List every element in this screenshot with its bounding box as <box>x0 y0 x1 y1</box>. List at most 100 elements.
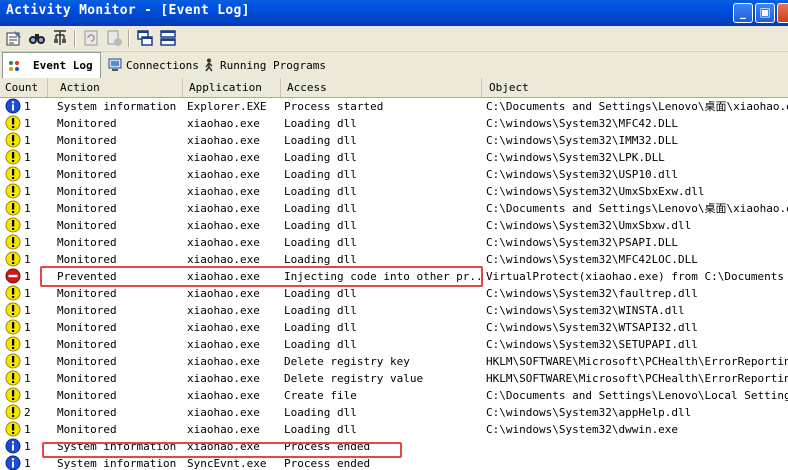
access-cell: Delete registry value <box>284 372 424 385</box>
count-cell: 1 <box>24 338 31 351</box>
tab-event-log[interactable]: Event Log <box>2 52 101 78</box>
access-cell: Loading dll <box>284 236 357 249</box>
tab-bar: Event Log Connections Running Programs <box>0 52 788 78</box>
action-cell: Monitored <box>57 338 117 351</box>
object-cell: C:\Documents and Settings\Lenovo\桌面\xiao… <box>486 202 788 215</box>
access-cell: Loading dll <box>284 321 357 334</box>
count-cell: 1 <box>24 321 31 334</box>
object-cell <box>486 438 788 455</box>
table-row[interactable]: 1 Monitored xiaohao.exe Loading dll C:\windo… <box>0 115 788 132</box>
warning-icon <box>5 115 21 131</box>
prevented-icon <box>5 268 21 284</box>
warning-icon <box>5 183 21 199</box>
object-cell: C:\windows\System32\IMM32.DLL <box>486 134 679 147</box>
table-row[interactable]: 1 Monitored xiaohao.exe Loading dll C:\windo… <box>0 132 788 149</box>
tab-label: Event Log <box>33 59 93 72</box>
column-header-object[interactable]: Object <box>484 78 788 97</box>
access-cell: Loading dll <box>284 406 357 419</box>
table-row[interactable]: 1 Monitored xiaohao.exe Loading dll C:\windo… <box>0 302 788 319</box>
count-cell: 1 <box>24 287 31 300</box>
action-cell: Monitored <box>57 185 117 198</box>
object-cell: VirtualProtect(xiaohao.exe) from C:\Docu… <box>486 270 788 283</box>
count-cell: 1 <box>24 423 31 436</box>
table-row[interactable]: 1 Monitored xiaohao.exe Create file C:\Docum… <box>0 387 788 404</box>
object-cell: C:\Documents and Settings\Lenovo\Local S… <box>486 389 788 402</box>
object-cell: C:\windows\System32\WTSAPI32.dll <box>486 321 698 334</box>
count-cell: 2 <box>24 406 31 419</box>
warning-icon <box>5 217 21 233</box>
count-cell: 1 <box>24 151 31 164</box>
table-row[interactable]: 2 Monitored xiaohao.exe Loading dll C:\windo… <box>0 404 788 421</box>
access-cell: Loading dll <box>284 202 357 215</box>
access-cell: Delete registry key <box>284 355 410 368</box>
column-header-action[interactable]: Action <box>55 78 183 97</box>
table-row[interactable]: 1 System information Explorer.EXE Process s… <box>0 98 788 115</box>
warning-icon <box>5 387 21 403</box>
warning-icon <box>5 149 21 165</box>
highlight-box <box>40 266 483 287</box>
maximize-button[interactable]: ▣ <box>755 3 775 23</box>
access-cell: Loading dll <box>284 185 357 198</box>
table-row[interactable]: 1 Monitored xiaohao.exe Delete registry key… <box>0 353 788 370</box>
filter-icon[interactable] <box>51 29 69 47</box>
object-cell: C:\windows\System32\USP10.dll <box>486 168 679 181</box>
table-row[interactable]: 1 Monitored xiaohao.exe Loading dll C:\windo… <box>0 285 788 302</box>
column-header-access[interactable]: Access <box>282 78 482 97</box>
minimize-button[interactable]: _ <box>733 3 753 23</box>
table-row[interactable]: 1 Monitored xiaohao.exe Loading dll C:\Docum… <box>0 200 788 217</box>
count-cell: 1 <box>24 372 31 385</box>
access-cell: Loading dll <box>284 423 357 436</box>
close-button[interactable] <box>777 3 788 23</box>
warning-icon <box>5 285 21 301</box>
access-cell: Create file <box>284 389 357 402</box>
tile-vertical-icon[interactable] <box>136 29 154 47</box>
application-cell: xiaohao.exe <box>187 304 260 317</box>
table-row[interactable]: 1 Monitored xiaohao.exe Loading dll C:\windo… <box>0 166 788 183</box>
table-row[interactable]: 1 Monitored xiaohao.exe Loading dll C:\windo… <box>0 336 788 353</box>
warning-icon <box>5 200 21 216</box>
application-cell: xiaohao.exe <box>187 151 260 164</box>
tab-running-programs[interactable]: Running Programs <box>198 54 326 76</box>
table-row[interactable]: 1 Monitored xiaohao.exe Loading dll C:\windo… <box>0 421 788 438</box>
application-cell: xiaohao.exe <box>187 389 260 402</box>
application-cell: xiaohao.exe <box>187 168 260 181</box>
properties-icon[interactable] <box>5 29 23 47</box>
application-cell: xiaohao.exe <box>187 202 260 215</box>
tile-horizontal-icon[interactable] <box>159 29 177 47</box>
table-row[interactable]: 1 Monitored xiaohao.exe Loading dll C:\windo… <box>0 319 788 336</box>
action-cell: Monitored <box>57 168 117 181</box>
column-header-application[interactable]: Application <box>184 78 281 97</box>
table-row[interactable]: 1 Monitored xiaohao.exe Loading dll C:\windo… <box>0 183 788 200</box>
count-cell: 1 <box>24 219 31 232</box>
object-cell: C:\Documents and Settings\Lenovo\桌面\xiao… <box>486 100 788 113</box>
application-cell: xiaohao.exe <box>187 117 260 130</box>
info-icon <box>5 98 21 114</box>
count-cell: 1 <box>24 117 31 130</box>
refresh-icon[interactable] <box>82 29 100 47</box>
event-log-icon <box>9 60 19 71</box>
tab-label: Running Programs <box>220 58 326 72</box>
warning-icon <box>5 370 21 386</box>
action-cell: Monitored <box>57 304 117 317</box>
count-cell: 1 <box>24 389 31 402</box>
warning-icon <box>5 319 21 335</box>
object-cell: C:\windows\System32\MFC42LOC.DLL <box>486 253 698 266</box>
count-cell: 1 <box>24 236 31 249</box>
application-cell: xiaohao.exe <box>187 338 260 351</box>
column-header-count[interactable]: Count <box>0 78 48 97</box>
title-bar: Activity Monitor - [Event Log] _ ▣ <box>0 0 788 26</box>
object-cell: C:\windows\System32\UmxSbxw.dll <box>486 219 692 232</box>
count-cell: 1 <box>24 355 31 368</box>
object-cell: C:\windows\System32\SETUPAPI.dll <box>486 338 698 351</box>
find-icon[interactable] <box>28 29 46 47</box>
warning-icon <box>5 166 21 182</box>
application-cell: xiaohao.exe <box>187 406 260 419</box>
tab-connections[interactable]: Connections <box>104 54 199 76</box>
table-row[interactable]: 1 Monitored xiaohao.exe Loading dll C:\windo… <box>0 217 788 234</box>
table-row[interactable]: 1 Monitored xiaohao.exe Delete registry val… <box>0 370 788 387</box>
warning-icon <box>5 336 21 352</box>
table-row[interactable]: 1 Monitored xiaohao.exe Loading dll C:\windo… <box>0 234 788 251</box>
table-row[interactable]: 1 Monitored xiaohao.exe Loading dll C:\windo… <box>0 149 788 166</box>
warning-icon <box>5 404 21 420</box>
export-icon[interactable] <box>105 29 123 47</box>
